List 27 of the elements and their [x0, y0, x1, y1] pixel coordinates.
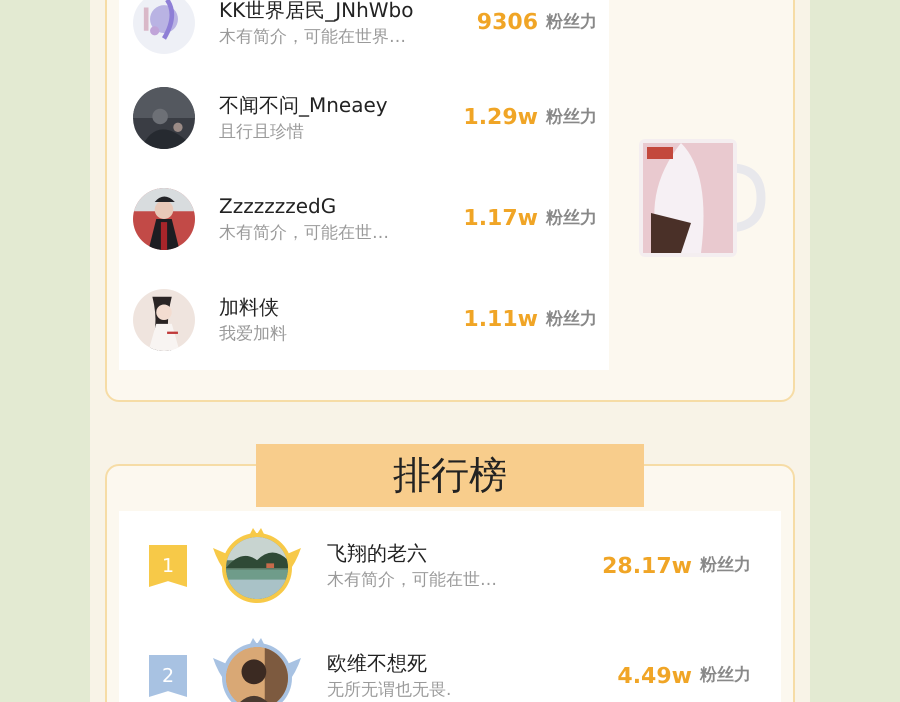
fan-count: 4.49w [617, 662, 692, 690]
user-name: 飞翔的老六 [327, 540, 428, 568]
ranking-title: 排行榜 [256, 444, 644, 507]
fan-power-label: 粉丝力 [546, 308, 597, 331]
fan-power-label: 粉丝力 [700, 554, 751, 578]
user-bio: 木有简介，可能在世界… [219, 26, 407, 49]
user-bio: 无所无谓也无畏. [327, 679, 452, 702]
user-name: 欧维不想死 [327, 650, 428, 678]
user-name: 不闻不问_Mneaey [219, 92, 389, 119]
user-bio: 且行且珍惜 [219, 120, 305, 144]
fan-count: 1.17w [463, 205, 538, 233]
fan-power-label: 粉丝力 [546, 10, 597, 34]
fan-power-label: 粉丝力 [546, 206, 597, 230]
fan-count: 1.29w [463, 104, 538, 132]
user-bio: 木有简介，可能在世… [327, 569, 498, 592]
rank-badge: 2 [149, 655, 187, 697]
fan-power-label: 粉丝力 [546, 106, 597, 129]
fan-count: 9306 [476, 9, 538, 37]
fan-count: 28.17w [602, 552, 692, 580]
fan-count: 1.11w [463, 306, 538, 334]
user-bio: 我爱加料 [219, 322, 288, 346]
user-name: ZzzzzzzedG [219, 192, 338, 220]
rank-badge: 1 [149, 545, 187, 587]
user-name: 加料侠 [219, 294, 280, 321]
user-bio: 木有简介，可能在世… [219, 222, 390, 245]
user-name: KK世界居民_JNhWbo [219, 0, 414, 24]
fan-power-label: 粉丝力 [700, 664, 751, 688]
